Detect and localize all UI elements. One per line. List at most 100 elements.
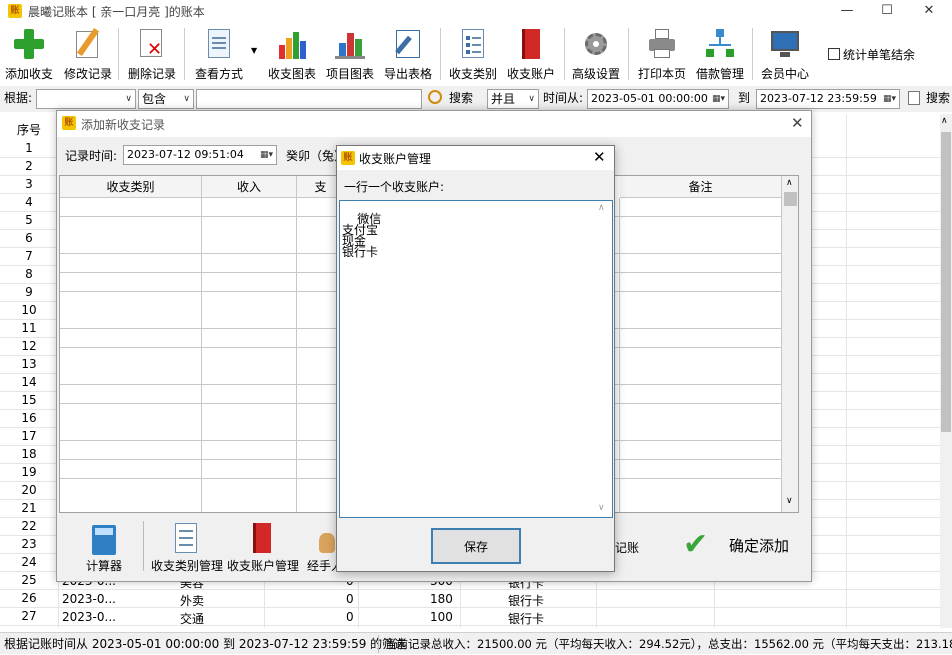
grid-scrollbar[interactable]: ∧ bbox=[940, 114, 952, 628]
advanced-settings-button[interactable]: 高级设置 bbox=[570, 26, 622, 82]
category-button[interactable]: 收支类别 bbox=[446, 26, 500, 82]
entry-cell[interactable] bbox=[60, 291, 202, 311]
delete-record-button[interactable]: ✕ 删除记录 bbox=[126, 26, 178, 82]
entry-grid-scrollbar[interactable]: ∧ ∨ bbox=[782, 176, 798, 512]
filter-match-select[interactable]: 包含 ∨ bbox=[138, 89, 194, 109]
confirm-add-button[interactable]: ✔ 确定添加 bbox=[679, 527, 809, 567]
entry-cell[interactable] bbox=[202, 235, 297, 255]
entry-cell[interactable] bbox=[60, 272, 202, 292]
entry-cell[interactable] bbox=[202, 310, 297, 330]
entry-cell[interactable] bbox=[620, 422, 782, 442]
entry-cell[interactable] bbox=[202, 347, 297, 367]
row-number: 26 bbox=[21, 591, 37, 605]
export-table-button[interactable]: 导出表格 bbox=[382, 26, 434, 82]
add-record-button[interactable]: 添加收支 bbox=[2, 26, 56, 82]
entry-cell[interactable] bbox=[202, 291, 297, 311]
entry-cell[interactable] bbox=[60, 254, 202, 274]
entry-cell[interactable] bbox=[620, 347, 782, 367]
close-button[interactable]: ✕ bbox=[906, 0, 952, 22]
scroll-up-icon[interactable]: ∧ bbox=[598, 203, 605, 214]
entry-cell[interactable] bbox=[620, 478, 782, 498]
entry-cell[interactable] bbox=[202, 441, 297, 461]
calendar-icon[interactable]: ▦▾ bbox=[712, 90, 725, 108]
account-button[interactable]: 收支账户 bbox=[504, 26, 558, 82]
stat-balance-checkbox[interactable] bbox=[828, 48, 840, 60]
item-chart-button[interactable]: 项目图表 bbox=[324, 26, 376, 82]
calculator-button[interactable]: 计算器 bbox=[79, 519, 129, 575]
scroll-down-icon[interactable]: ∨ bbox=[598, 503, 605, 514]
entry-cell[interactable] bbox=[60, 235, 202, 255]
entry-cell[interactable] bbox=[620, 328, 782, 348]
record-time-picker[interactable]: 2023-07-12 09:51:04 ▦▾ bbox=[123, 145, 277, 165]
entry-cell[interactable] bbox=[60, 310, 202, 330]
scroll-up-icon[interactable]: ∧ bbox=[941, 116, 948, 126]
entry-cell[interactable] bbox=[60, 198, 202, 217]
entry-cell[interactable] bbox=[620, 366, 782, 386]
search2-button[interactable]: 搜索 bbox=[926, 88, 950, 108]
entry-cell[interactable] bbox=[60, 216, 202, 236]
income-chart-button[interactable]: 收支图表 bbox=[266, 26, 318, 82]
scrollbar-thumb[interactable] bbox=[941, 132, 951, 432]
close-icon[interactable]: ✕ bbox=[791, 114, 804, 132]
entry-cell[interactable] bbox=[60, 366, 202, 386]
save-button[interactable]: 保存 bbox=[431, 528, 521, 564]
entry-cell[interactable] bbox=[202, 385, 297, 404]
entry-cell[interactable] bbox=[202, 459, 297, 479]
entry-cell[interactable] bbox=[202, 422, 297, 442]
entry-cell[interactable] bbox=[620, 385, 782, 404]
entry-cell[interactable] bbox=[60, 441, 202, 461]
scroll-down-icon[interactable]: ∨ bbox=[786, 496, 793, 506]
entry-cell[interactable] bbox=[620, 272, 782, 292]
entry-cell[interactable] bbox=[202, 366, 297, 386]
loan-management-button[interactable]: 借款管理 bbox=[694, 26, 746, 82]
entry-cell[interactable] bbox=[620, 497, 782, 512]
member-center-button[interactable]: 会员中心 bbox=[758, 26, 812, 82]
scroll-up-icon[interactable]: ∧ bbox=[786, 178, 793, 188]
logic-select[interactable]: 并且 ∨ bbox=[487, 89, 539, 109]
entry-cell[interactable] bbox=[620, 403, 782, 423]
search-doc-icon[interactable] bbox=[908, 91, 920, 105]
entry-cell[interactable] bbox=[620, 235, 782, 255]
view-dropdown-arrow-icon[interactable]: ▼ bbox=[251, 46, 257, 55]
entry-cell[interactable] bbox=[60, 328, 202, 348]
entry-cell[interactable] bbox=[60, 403, 202, 423]
print-page-button[interactable]: 打印本页 bbox=[636, 26, 688, 82]
entry-cell[interactable] bbox=[620, 216, 782, 236]
calendar-icon[interactable]: ▦▾ bbox=[260, 146, 273, 164]
entry-cell[interactable] bbox=[202, 272, 297, 292]
entry-cell[interactable] bbox=[620, 198, 782, 217]
close-icon[interactable]: ✕ bbox=[593, 148, 606, 166]
entry-cell[interactable] bbox=[620, 310, 782, 330]
entry-cell[interactable] bbox=[620, 441, 782, 461]
filter-field-select[interactable]: ∨ bbox=[36, 89, 136, 109]
maximize-button[interactable]: ☐ bbox=[864, 0, 910, 22]
account-manager-button[interactable]: 收支账户管理 bbox=[225, 519, 301, 575]
entry-cell[interactable] bbox=[60, 459, 202, 479]
entry-cell[interactable] bbox=[60, 422, 202, 442]
entry-cell[interactable] bbox=[202, 478, 297, 498]
entry-cell[interactable] bbox=[620, 291, 782, 311]
entry-cell[interactable] bbox=[620, 459, 782, 479]
entry-cell[interactable] bbox=[60, 385, 202, 404]
view-mode-button[interactable]: 查看方式 bbox=[192, 26, 246, 82]
category-manager-button[interactable]: 收支类别管理 bbox=[149, 519, 225, 575]
edit-record-button[interactable]: 修改记录 bbox=[62, 26, 114, 82]
accounts-textarea[interactable]: 微信 支付宝 现金 银行卡 ∧ ∨ bbox=[339, 200, 613, 518]
entry-cell[interactable] bbox=[202, 497, 297, 512]
entry-cell[interactable] bbox=[202, 403, 297, 423]
entry-cell[interactable] bbox=[202, 328, 297, 348]
entry-cell[interactable] bbox=[202, 216, 297, 236]
scrollbar-thumb[interactable] bbox=[784, 192, 797, 206]
time-from-picker[interactable]: 2023-05-01 00:00:00 ▦▾ bbox=[587, 89, 729, 109]
entry-cell[interactable] bbox=[202, 198, 297, 217]
entry-cell[interactable] bbox=[60, 497, 202, 512]
entry-cell[interactable] bbox=[620, 254, 782, 274]
entry-cell[interactable] bbox=[202, 254, 297, 274]
keyword-input[interactable] bbox=[196, 89, 422, 109]
entry-cell[interactable] bbox=[60, 478, 202, 498]
time-to-picker[interactable]: 2023-07-12 23:59:59 ▦▾ bbox=[756, 89, 900, 109]
search-icon[interactable] bbox=[428, 90, 442, 104]
search-button[interactable]: 搜索 bbox=[449, 88, 473, 108]
entry-cell[interactable] bbox=[60, 347, 202, 367]
calendar-icon[interactable]: ▦▾ bbox=[883, 90, 896, 108]
